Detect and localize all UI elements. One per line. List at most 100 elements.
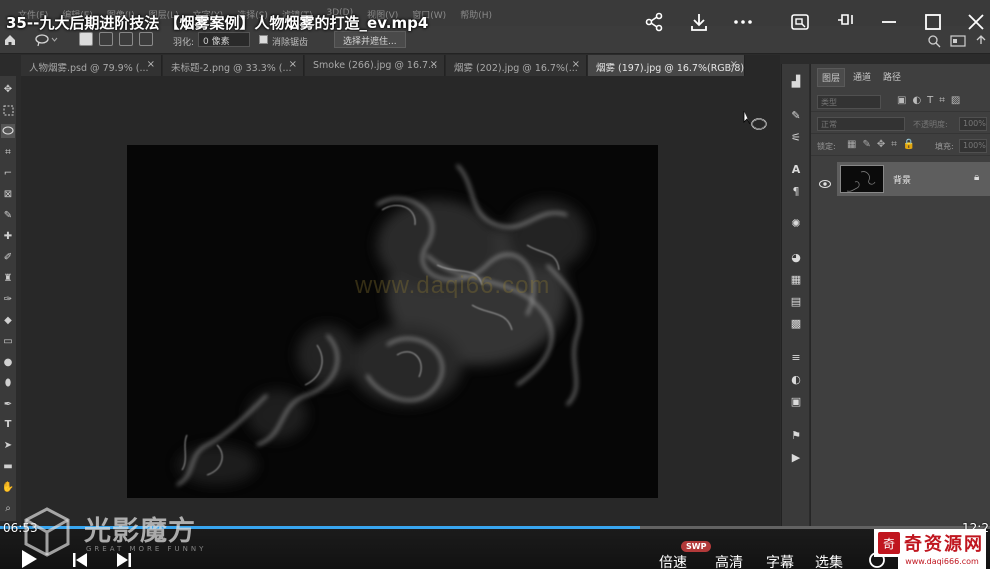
download-icon[interactable] xyxy=(687,10,711,34)
brush-settings-icon[interactable]: ✎ xyxy=(789,108,803,122)
previous-icon[interactable] xyxy=(72,552,88,569)
gradients-icon[interactable]: ▤ xyxy=(789,294,803,308)
tab-document-4[interactable]: 烟雾 (202).jpg @ 16.7%(... × xyxy=(446,55,587,76)
layer-visibility-icon[interactable] xyxy=(819,174,831,188)
blend-mode-select[interactable]: 正常 xyxy=(817,117,905,131)
pip-icon[interactable] xyxy=(788,10,812,34)
logo-subtitle: GREAT MORE FUNNY xyxy=(86,545,207,553)
opacity-input[interactable]: 100% xyxy=(959,117,987,131)
speed-button[interactable]: 倍速 xyxy=(659,552,687,569)
new-selection-icon[interactable] xyxy=(79,32,93,46)
quick-select-tool-icon[interactable]: ⌗ xyxy=(1,145,15,159)
gradient-tool-icon[interactable]: ▭ xyxy=(1,334,15,348)
logo-text: 光影魔方 xyxy=(84,516,196,547)
character-icon[interactable]: A xyxy=(789,162,803,176)
healing-tool-icon[interactable]: ✚ xyxy=(1,229,15,243)
paragraph-icon[interactable]: ¶ xyxy=(789,184,803,198)
move-tool-icon[interactable]: ✥ xyxy=(1,82,15,96)
brush-tool-icon[interactable]: ✐ xyxy=(1,250,15,264)
document-tabs: 人物烟雾.psd @ 79.9% (... × 未标题-2.png @ 33.3%… xyxy=(21,55,780,76)
crop-tool-icon[interactable]: ⌐ xyxy=(1,166,15,180)
antialias-checkbox[interactable] xyxy=(259,35,268,44)
hand-tool-icon[interactable]: ✋ xyxy=(1,480,15,494)
marquee-tool-icon[interactable] xyxy=(1,103,15,117)
dodge-tool-icon[interactable]: ⬮ xyxy=(1,376,15,390)
actions-icon[interactable]: ⚑ xyxy=(789,428,803,442)
episodes-button[interactable]: 选集 xyxy=(815,552,843,569)
next-icon[interactable] xyxy=(116,552,132,569)
adjustments-icon[interactable]: ◐ xyxy=(789,372,803,386)
tab-close-icon[interactable]: × xyxy=(730,59,738,70)
swatches-icon[interactable]: ▦ xyxy=(789,272,803,286)
tab-paths[interactable]: 路径 xyxy=(879,68,905,85)
stamp-tool-icon[interactable]: ♜ xyxy=(1,271,15,285)
layer-filter-row: 类型 ▣◐T⌗▨ xyxy=(811,92,990,112)
eraser-tool-icon[interactable]: ◆ xyxy=(1,313,15,327)
layer-kind-select[interactable]: 类型 xyxy=(817,95,881,109)
tab-layers[interactable]: 图层 xyxy=(817,68,846,87)
blur-tool-icon[interactable]: ● xyxy=(1,355,15,369)
tab-channels[interactable]: 通道 xyxy=(849,68,875,85)
libraries-icon[interactable]: ▣ xyxy=(789,394,803,408)
share-icon[interactable] xyxy=(642,10,666,34)
home-icon[interactable] xyxy=(3,32,17,46)
document-canvas[interactable] xyxy=(127,145,658,498)
properties-icon[interactable]: ≡ xyxy=(789,350,803,364)
pin-icon[interactable] xyxy=(833,10,857,34)
tab-label: 未标题-2.png @ 33.3% (... xyxy=(171,63,292,74)
add-selection-icon[interactable] xyxy=(99,32,113,46)
shape-tool-icon[interactable]: ▬ xyxy=(1,459,15,473)
ps-workspace-icon[interactable] xyxy=(950,33,966,47)
play-action-icon[interactable]: ▶ xyxy=(789,450,803,464)
tab-document-2[interactable]: 未标题-2.png @ 33.3% (... × xyxy=(163,55,304,76)
tab-close-icon[interactable]: × xyxy=(572,59,580,70)
quality-button[interactable]: 高清 xyxy=(715,552,743,569)
history-brush-icon[interactable]: ✑ xyxy=(1,292,15,306)
feather-input[interactable]: 0 像素 xyxy=(198,32,250,47)
light-icon[interactable]: ✺ xyxy=(789,216,803,230)
fill-label: 填充: xyxy=(935,142,954,151)
patterns-icon[interactable]: ▩ xyxy=(789,316,803,330)
maximize-icon[interactable] xyxy=(921,10,945,34)
lasso-tool-icon[interactable] xyxy=(1,124,15,138)
menu-help[interactable]: 帮助(H) xyxy=(460,8,492,21)
ps-share-icon[interactable] xyxy=(974,33,988,47)
subtitle-button[interactable]: 字幕 xyxy=(766,552,794,569)
select-and-mask-button[interactable]: 选择并遮住... xyxy=(334,31,406,48)
feather-label: 羽化: xyxy=(173,38,195,48)
tab-document-5[interactable]: 烟雾 (197).jpg @ 16.7%(RGB/8) × xyxy=(588,55,745,76)
layers-panel: 图层 通道 路径 类型 ▣◐T⌗▨ 正常 不透明度: 100% 锁定: ▦✎✥⌗… xyxy=(810,64,990,526)
layer-row-background[interactable]: 背景 🔒︎ xyxy=(837,162,990,196)
swp-badge: SWP xyxy=(681,541,712,552)
minimize-icon[interactable] xyxy=(877,10,901,34)
fill-input[interactable]: 100% xyxy=(959,139,987,153)
intersect-selection-icon[interactable] xyxy=(139,32,153,46)
frame-tool-icon[interactable]: ⊠ xyxy=(1,187,15,201)
lasso-tool-icon[interactable] xyxy=(35,32,59,47)
path-select-icon[interactable]: ➤ xyxy=(1,438,15,452)
more-icon[interactable] xyxy=(731,10,755,34)
video-title: 35--九大后期进阶技法 【烟雾案例】人物烟雾的打造_ev.mp4 xyxy=(6,14,429,32)
tab-document-3[interactable]: Smoke (266).jpg @ 16.7... × xyxy=(305,55,445,76)
tab-close-icon[interactable]: × xyxy=(430,59,438,70)
close-icon[interactable] xyxy=(964,10,988,34)
tab-close-icon[interactable]: × xyxy=(289,59,297,70)
pen-tool-icon[interactable]: ✒ xyxy=(1,397,15,411)
eyedropper-tool-icon[interactable]: ✎ xyxy=(1,208,15,222)
site-url: www.daqi666.com xyxy=(898,557,986,569)
color-icon[interactable]: ◕ xyxy=(789,250,803,264)
ps-window-search-icon[interactable] xyxy=(927,33,941,48)
subtract-selection-icon[interactable] xyxy=(119,32,133,46)
zoom-tool-icon[interactable]: ⌕ xyxy=(1,501,15,515)
brushes-icon[interactable]: ⚟ xyxy=(789,130,803,144)
type-tool-icon[interactable]: T xyxy=(1,417,15,431)
play-icon[interactable] xyxy=(20,549,38,569)
site-logo-icon: 奇 xyxy=(878,532,900,554)
tab-close-icon[interactable]: × xyxy=(147,59,155,70)
site-name: 奇资源网 xyxy=(904,534,984,555)
tab-document-1[interactable]: 人物烟雾.psd @ 79.9% (... × xyxy=(21,55,162,76)
histogram-icon[interactable]: ▟ xyxy=(789,74,803,88)
lock-row: 锁定: ▦✎✥⌗🔒 填充: 100% xyxy=(811,136,990,156)
filter-icons[interactable]: ▣◐T⌗▨ xyxy=(897,95,966,106)
lock-icons[interactable]: ▦✎✥⌗🔒 xyxy=(847,139,921,150)
